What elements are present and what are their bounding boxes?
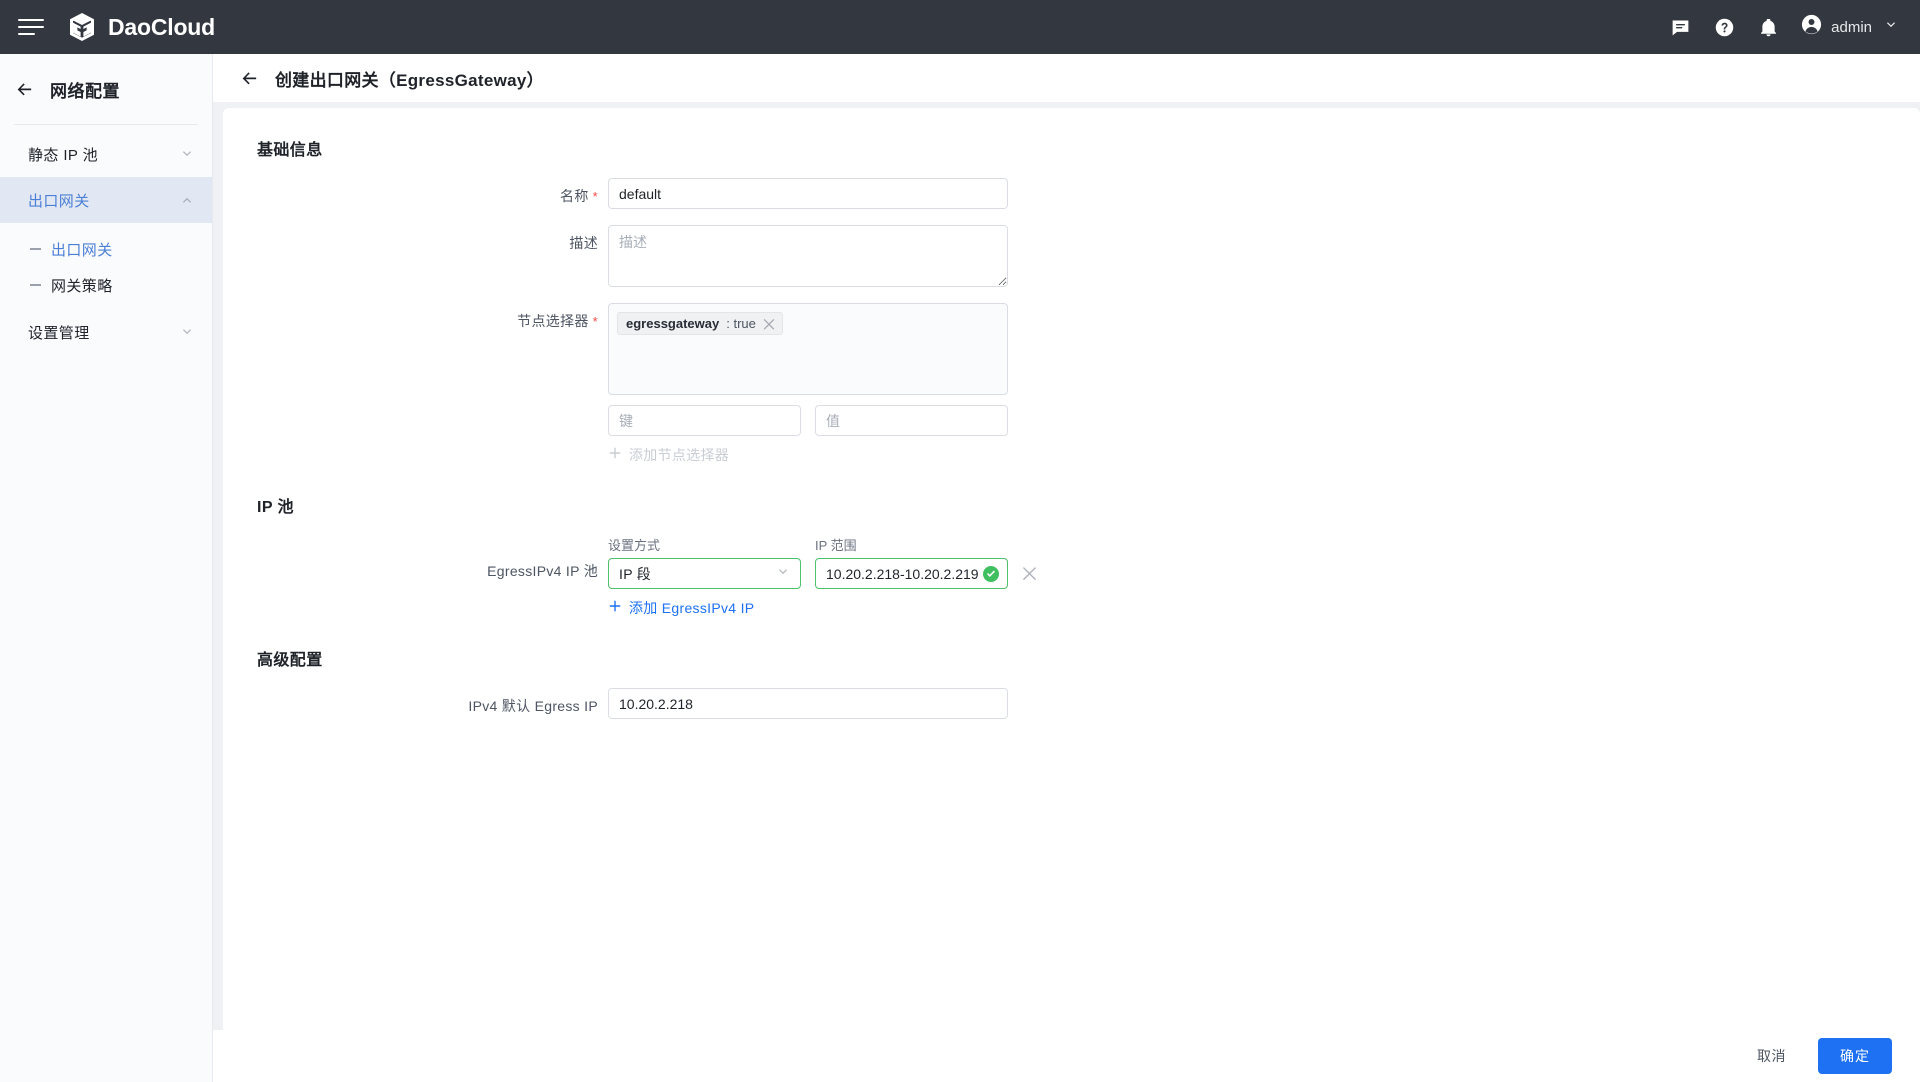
mode-select-value: IP 段 <box>619 564 776 584</box>
sidebar-subitem-label: 出口网关 <box>51 239 113 260</box>
sidebar-subitem-gateway-policy[interactable]: 网关策略 <box>0 267 212 303</box>
hamburger-icon[interactable] <box>18 17 44 37</box>
sidebar-item-label: 静态 IP 池 <box>28 144 180 165</box>
chevron-down-icon <box>180 147 194 161</box>
topbar-actions: admin <box>1658 0 1920 54</box>
name-label: 名称 * <box>223 178 608 206</box>
top-header: DaoCloud <box>0 0 1920 54</box>
field-row-egress-ipv4-pool: EgressIPv4 IP 池 设置方式 IP 范围 IP 段 <box>223 535 1920 618</box>
page-title: 创建出口网关（EgressGateway） <box>275 66 544 91</box>
ip-pool-column-labels: 设置方式 IP 范围 <box>608 535 1037 554</box>
name-label-text: 名称 <box>560 188 589 204</box>
sidebar-item-settings-management[interactable]: 设置管理 <box>0 309 212 355</box>
default-egress-ip-label: IPv4 默认 Egress IP <box>223 688 608 716</box>
required-marker: * <box>593 189 598 204</box>
field-row-default-egress-ip: IPv4 默认 Egress IP <box>223 688 1920 719</box>
cancel-button[interactable]: 取消 <box>1743 1039 1800 1073</box>
arrow-left-icon[interactable] <box>239 68 259 88</box>
add-node-selector-label: 添加节点选择器 <box>629 445 729 465</box>
chevron-down-icon <box>776 565 790 582</box>
sidebar-subnav: 出口网关 网关策略 <box>0 223 212 309</box>
section-title-advanced: 高级配置 <box>257 646 1920 670</box>
form-card: 基础信息 名称* 描述 节点选择器* egressgateway: <box>223 108 1920 1082</box>
node-selector-key-input[interactable] <box>608 405 801 436</box>
confirm-button[interactable]: 确定 <box>1818 1038 1892 1074</box>
form-footer: 取消 确定 <box>213 1030 1920 1082</box>
range-column-label: IP 范围 <box>815 535 1020 554</box>
node-selector-tag-area[interactable]: egressgateway : true <box>608 303 1008 395</box>
node-selector-kv-row <box>608 405 1008 436</box>
chevron-down-icon <box>180 325 194 339</box>
plus-icon <box>608 599 622 617</box>
sidebar-item-label: 出口网关 <box>28 190 180 211</box>
node-selector-label: 节点选择器 * <box>223 303 608 331</box>
username-label: admin <box>1831 19 1872 36</box>
sidebar-subitem-label: 网关策略 <box>51 275 113 296</box>
description-textarea[interactable] <box>608 225 1008 287</box>
sidebar: 网络配置 静态 IP 池 出口网关 出口网关 <box>0 54 213 1082</box>
chevron-down-icon <box>1884 18 1898 37</box>
node-selector-group: egressgateway : true <box>608 303 1008 465</box>
field-row-name: 名称 * <box>223 178 1920 209</box>
chat-icon[interactable] <box>1658 0 1702 54</box>
brand-logo-link[interactable]: DaoCloud <box>66 11 215 43</box>
description-label: 描述 <box>223 225 608 253</box>
ip-range-input[interactable] <box>826 566 983 582</box>
bell-icon[interactable] <box>1746 0 1790 54</box>
tag-key: egressgateway <box>626 316 719 331</box>
brand-name: DaoCloud <box>108 14 215 41</box>
add-egress-ipv4-button[interactable]: 添加 EgressIPv4 IP <box>608 598 754 618</box>
sidebar-item-label: 设置管理 <box>28 322 180 343</box>
field-row-node-selector: 节点选择器 * egressgateway : true <box>223 303 1920 465</box>
sidebar-nav: 静态 IP 池 出口网关 出口网关 网关策略 <box>0 131 212 355</box>
ip-pool-group: 设置方式 IP 范围 IP 段 <box>608 535 1037 618</box>
remove-ip-pool-row-button[interactable] <box>1022 566 1037 581</box>
node-selector-value-input[interactable] <box>815 405 1008 436</box>
mode-column-label: 设置方式 <box>608 535 801 554</box>
dash-icon <box>30 284 41 286</box>
content-area: 基础信息 名称* 描述 节点选择器* egressgateway: <box>213 102 1920 1082</box>
section-title-ip-pool: IP 池 <box>257 493 1920 517</box>
required-marker: * <box>593 314 598 329</box>
page-header: 创建出口网关（EgressGateway） <box>213 54 1920 102</box>
add-egress-ipv4-label: 添加 EgressIPv4 IP <box>629 598 754 618</box>
arrow-left-icon <box>14 79 34 99</box>
sidebar-item-egress-gateway[interactable]: 出口网关 <box>0 177 212 223</box>
name-input[interactable] <box>608 178 1008 209</box>
add-node-selector-button[interactable]: 添加节点选择器 <box>608 445 729 465</box>
valid-check-icon <box>983 566 999 582</box>
ip-pool-row: IP 段 <box>608 558 1037 589</box>
tag-value: : true <box>726 316 756 331</box>
sidebar-divider <box>14 124 198 125</box>
mode-select[interactable]: IP 段 <box>608 558 801 589</box>
chevron-up-icon <box>180 193 194 207</box>
egress-ipv4-pool-label: EgressIPv4 IP 池 <box>223 535 608 581</box>
close-icon[interactable] <box>763 318 775 330</box>
sidebar-back-header[interactable]: 网络配置 <box>0 62 212 116</box>
main-region: 创建出口网关（EgressGateway） 基础信息 名称 * 描述 节点选择器 * <box>213 54 1920 1082</box>
sidebar-subitem-egress-gateway[interactable]: 出口网关 <box>0 231 212 267</box>
section-title-basic: 基础信息 <box>257 136 1920 160</box>
node-selector-label-text: 节点选择器 <box>517 313 589 329</box>
user-menu[interactable]: admin <box>1790 0 1904 54</box>
sidebar-title: 网络配置 <box>50 77 120 102</box>
plus-icon <box>608 446 622 464</box>
field-row-description: 描述 <box>223 225 1920 287</box>
dash-icon <box>30 248 41 250</box>
help-icon[interactable] <box>1702 0 1746 54</box>
daocloud-cube-icon <box>66 11 98 43</box>
ip-range-field <box>815 558 1008 589</box>
avatar <box>1800 13 1823 41</box>
node-selector-tag: egressgateway : true <box>617 312 783 335</box>
sidebar-item-static-ip-pool[interactable]: 静态 IP 池 <box>0 131 212 177</box>
default-egress-ip-input[interactable] <box>608 688 1008 719</box>
